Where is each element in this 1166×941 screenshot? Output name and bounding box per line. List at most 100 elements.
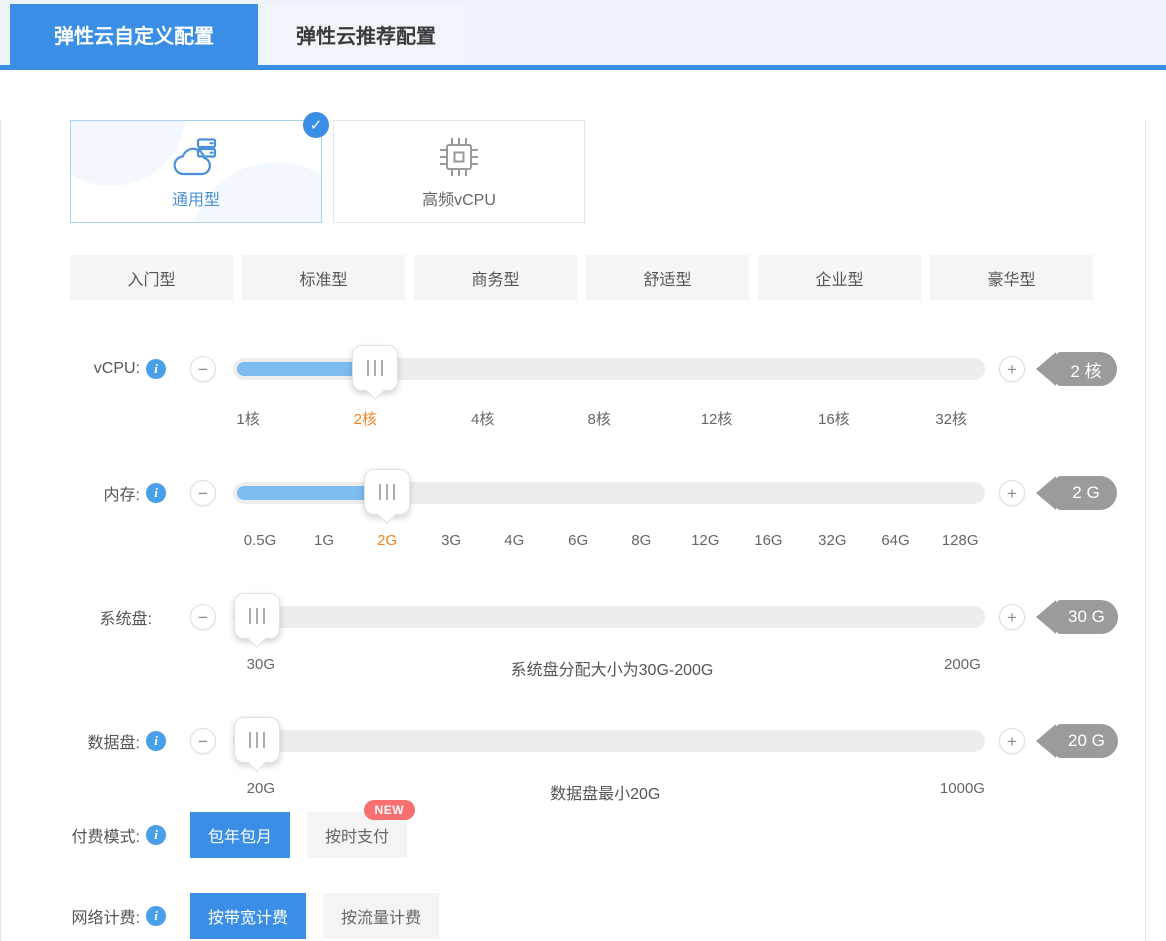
- option-label: 网络计费: i: [1, 905, 166, 927]
- slider-hint-text: 数据盘最小20G: [550, 786, 661, 803]
- tick-label[interactable]: 200G: [944, 656, 981, 673]
- slider-hint-text: 系统盘分配大小为30G-200G: [510, 662, 714, 679]
- slider-handle[interactable]: [352, 345, 399, 391]
- decrease-button[interactable]: −: [190, 356, 216, 382]
- tick-label[interactable]: 4G: [504, 532, 524, 549]
- tick-label[interactable]: 2G: [377, 532, 397, 549]
- slider-track[interactable]: [233, 345, 985, 391]
- option-button[interactable]: 按时支付 NEW: [307, 800, 416, 858]
- selected-check-icon: ✓: [303, 112, 329, 138]
- preset-buttons: 入门型 标准型 商务型 舒适型 企业型 豪华型: [70, 255, 1145, 300]
- tick-label[interactable]: 0.5G: [244, 532, 277, 549]
- slider-ticks: 20G 数据盘最小20G 1000G: [233, 780, 985, 803]
- increase-button[interactable]: +: [999, 356, 1025, 382]
- slider-handle[interactable]: [234, 717, 281, 763]
- tab-custom-config[interactable]: 弹性云自定义配置: [10, 4, 258, 65]
- instance-type-cards: 通用型 ✓ 高频vCPU: [70, 112, 1145, 223]
- slider-label-text: vCPU:: [93, 360, 140, 377]
- value-badge: 20 G: [1036, 724, 1118, 758]
- slider-label-text: 内存:: [103, 487, 140, 504]
- config-panel: 通用型 ✓ 高频vCPU 入门型 标准型 商务型 舒适型 企业型 豪华型 vCPU: i …: [0, 112, 1146, 941]
- cpu-icon: [436, 133, 482, 179]
- tick-label[interactable]: 12G: [691, 532, 719, 549]
- slider-label: 系统盘:: [1, 606, 166, 628]
- info-icon[interactable]: i: [146, 731, 166, 751]
- decrease-button[interactable]: −: [190, 480, 216, 506]
- tick-label[interactable]: 32核: [935, 408, 967, 429]
- tick-label[interactable]: 128G: [942, 532, 979, 549]
- option-label: 付费模式: i: [1, 824, 166, 846]
- slider-track[interactable]: [233, 469, 985, 515]
- slider-row: 数据盘: i − 20G 数据盘最小20G 1000G + 20 G: [1, 717, 1145, 803]
- cloud-server-icon: [171, 133, 221, 179]
- option-label-text: 网络计费:: [71, 910, 140, 927]
- preset-button[interactable]: 标准型: [242, 255, 405, 300]
- accent-divider: [0, 65, 1166, 70]
- tick-label[interactable]: 4核: [471, 408, 494, 429]
- preset-button[interactable]: 商务型: [414, 255, 577, 300]
- slider-ticks: 1核 2核 4核 8核 12核 16核 32核: [233, 408, 985, 428]
- option-row: 付费模式: i 包年包月 按时支付 NEW: [1, 800, 1145, 858]
- increase-button[interactable]: +: [999, 604, 1025, 630]
- tick-label[interactable]: 6G: [568, 532, 588, 549]
- value-badge: 2 G: [1036, 476, 1117, 510]
- tick-label[interactable]: 3G: [441, 532, 461, 549]
- slider: 1核 2核 4核 8核 12核 16核 32核: [233, 345, 985, 428]
- slider: 30G 系统盘分配大小为30G-200G 200G: [233, 593, 985, 679]
- slider-label: vCPU: i: [1, 358, 166, 380]
- tick-label[interactable]: 64G: [881, 532, 909, 549]
- tick-label[interactable]: 16核: [818, 408, 850, 429]
- new-badge: NEW: [363, 800, 416, 821]
- slider: 20G 数据盘最小20G 1000G: [233, 717, 985, 803]
- card-general-type[interactable]: 通用型 ✓: [70, 112, 329, 223]
- slider-handle[interactable]: [364, 469, 411, 515]
- preset-button[interactable]: 企业型: [758, 255, 921, 300]
- info-icon[interactable]: i: [146, 359, 166, 379]
- tick-label[interactable]: 32G: [818, 532, 846, 549]
- slider-row: vCPU: i − 1核 2核 4核 8核 12核 16核 32核 + 2 核: [1, 345, 1145, 428]
- slider-ticks: 30G 系统盘分配大小为30G-200G 200G: [233, 656, 985, 679]
- option-items: 按带宽计费 按流量计费: [190, 893, 440, 939]
- card-label: 通用型: [171, 192, 220, 209]
- tick-label[interactable]: 12核: [701, 408, 733, 429]
- tab-recommended-config[interactable]: 弹性云推荐配置: [262, 4, 470, 65]
- slider-label: 数据盘: i: [1, 730, 166, 752]
- tick-label[interactable]: 20G: [247, 780, 275, 797]
- tick-label[interactable]: 8核: [588, 408, 611, 429]
- tick-label[interactable]: 16G: [754, 532, 782, 549]
- value-badge: 30 G: [1036, 600, 1118, 634]
- tick-label[interactable]: 1G: [314, 532, 334, 549]
- tick-label[interactable]: 8G: [631, 532, 651, 549]
- tick-label[interactable]: 2核: [354, 408, 377, 429]
- tick-label[interactable]: 30G: [247, 656, 275, 673]
- option-button[interactable]: 按流量计费: [323, 893, 440, 939]
- tick-label[interactable]: 1核: [236, 408, 259, 429]
- increase-button[interactable]: +: [999, 480, 1025, 506]
- preset-button[interactable]: 入门型: [70, 255, 233, 300]
- option-label-text: 付费模式:: [71, 829, 140, 846]
- slider-track[interactable]: [233, 593, 985, 639]
- card-high-freq-vcpu[interactable]: 高频vCPU: [333, 120, 585, 223]
- preset-button[interactable]: 舒适型: [586, 255, 749, 300]
- slider-row: 内存: i − 0.5G 1G 2G 3G 4G 6G 8G 12G 16G 32G 64G 128G…: [1, 469, 1145, 552]
- option-row: 网络计费: i 按带宽计费 按流量计费: [1, 893, 1145, 939]
- decrease-button[interactable]: −: [190, 728, 216, 754]
- tick-label[interactable]: 1000G: [940, 780, 985, 797]
- decrease-button[interactable]: −: [190, 604, 216, 630]
- tab-bar: 弹性云自定义配置 弹性云推荐配置: [0, 0, 1166, 65]
- slider-label: 内存: i: [1, 482, 166, 504]
- info-icon[interactable]: i: [146, 825, 166, 845]
- slider-row: 系统盘: − 30G 系统盘分配大小为30G-200G 200G + 30 G: [1, 593, 1145, 679]
- option-button[interactable]: 按带宽计费: [190, 893, 307, 939]
- info-icon[interactable]: i: [146, 906, 166, 926]
- option-items: 包年包月 按时支付 NEW: [190, 800, 416, 858]
- increase-button[interactable]: +: [999, 728, 1025, 754]
- slider-track[interactable]: [233, 717, 985, 763]
- option-button[interactable]: 包年包月: [190, 812, 291, 858]
- preset-button[interactable]: 豪华型: [930, 255, 1093, 300]
- slider-label-text: 系统盘:: [99, 611, 152, 628]
- slider-handle[interactable]: [234, 593, 281, 639]
- info-icon[interactable]: i: [146, 483, 166, 503]
- option-section: 付费模式: i 包年包月 按时支付 NEW 网络计费: i 按带宽计费 按流量计费: [1, 800, 1145, 939]
- card-label: 高频vCPU: [422, 192, 496, 209]
